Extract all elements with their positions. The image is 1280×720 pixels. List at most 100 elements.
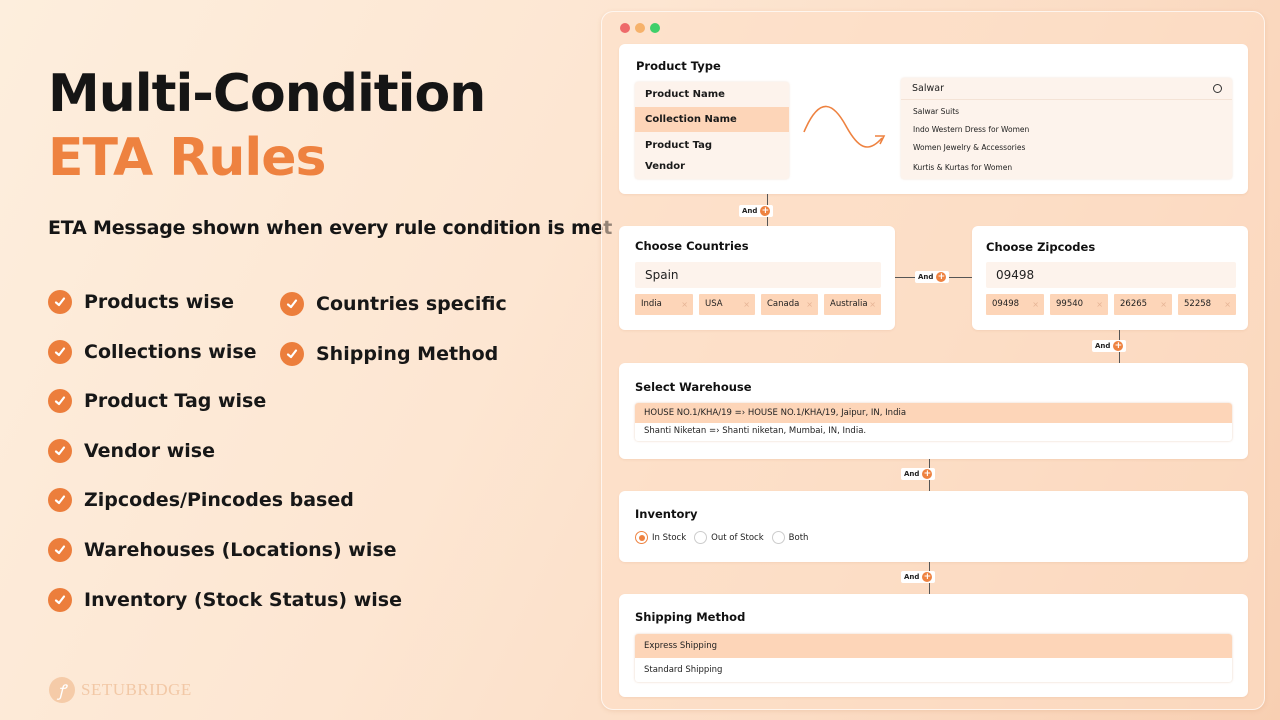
check-circle-icon xyxy=(48,290,72,314)
and-label: And xyxy=(742,207,758,215)
feature-label: Zipcodes/Pincodes based xyxy=(84,489,354,511)
collection-search-box: Salwar Suits Indo Western Dress for Wome… xyxy=(901,78,1232,179)
minimize-dot-icon[interactable] xyxy=(635,23,645,33)
card-title: Select Warehouse xyxy=(635,380,752,394)
check-circle-icon xyxy=(48,439,72,463)
check-circle-icon xyxy=(48,340,72,364)
and-label: And xyxy=(904,470,920,478)
chip-label: 99540 xyxy=(1056,299,1084,309)
zipcode-chip[interactable]: 99540 × xyxy=(1050,294,1108,315)
remove-chip-icon[interactable]: × xyxy=(743,294,750,315)
feature-label: Shipping Method xyxy=(316,343,499,365)
and-connector[interactable]: And + xyxy=(739,205,774,217)
radio-label: Both xyxy=(788,532,809,543)
add-condition-plus-icon[interactable]: + xyxy=(1113,341,1124,351)
and-connector[interactable]: And + xyxy=(901,468,936,480)
chip-label: 26265 xyxy=(1120,299,1148,309)
remove-chip-icon[interactable]: × xyxy=(681,294,688,315)
and-connector[interactable]: And + xyxy=(901,571,936,583)
feature-item: Shipping Method xyxy=(280,342,498,366)
chip-label: Australia xyxy=(830,299,868,309)
remove-chip-icon[interactable]: × xyxy=(869,294,876,315)
setubridge-logo-icon: ꝭ xyxy=(49,677,75,703)
shipping-option[interactable]: Express Shipping xyxy=(635,634,1232,658)
and-label: And xyxy=(918,273,934,281)
feature-label: Product Tag wise xyxy=(84,390,267,412)
shipping-options: Express Shipping Standard Shipping xyxy=(635,634,1232,682)
zipcode-chip[interactable]: 09498 × xyxy=(986,294,1044,315)
suggestion-item[interactable]: Kurtis & Kurtas for Women xyxy=(913,163,1012,172)
inventory-radio-group: In Stock Out of Stock Both xyxy=(635,531,808,544)
remove-chip-icon[interactable]: × xyxy=(1096,294,1103,315)
product-type-option-vendor[interactable]: Vendor xyxy=(635,156,789,178)
suggestion-item[interactable]: Salwar Suits xyxy=(913,107,959,116)
product-type-option-product-tag[interactable]: Product Tag xyxy=(635,135,789,157)
card-title: Choose Countries xyxy=(635,239,749,253)
chip-label: Canada xyxy=(767,299,800,309)
country-chip[interactable]: India × xyxy=(635,294,693,315)
warehouse-option[interactable]: Shanti Niketan =› Shanti niketan, Mumbai… xyxy=(635,423,1232,441)
check-circle-icon xyxy=(48,488,72,512)
feature-item: Product Tag wise xyxy=(48,389,266,413)
app-window: Product Type Product Name Collection Nam… xyxy=(601,11,1265,710)
inventory-card: Inventory In Stock Out of Stock Both xyxy=(619,491,1248,562)
warehouse-option[interactable]: HOUSE NO.1/KHA/19 =› HOUSE NO.1/KHA/19, … xyxy=(635,403,1232,423)
remove-chip-icon[interactable]: × xyxy=(806,294,813,315)
product-type-option-collection-name[interactable]: Collection Name xyxy=(635,107,789,132)
radio-both[interactable]: Both xyxy=(771,531,809,544)
feature-label: Warehouses (Locations) wise xyxy=(84,539,397,561)
maximize-dot-icon[interactable] xyxy=(650,23,660,33)
feature-label: Countries specific xyxy=(316,293,507,315)
brand-name: SETUBRIDGE xyxy=(81,680,192,699)
warehouse-options: HOUSE NO.1/KHA/19 =› HOUSE NO.1/KHA/19, … xyxy=(635,403,1232,441)
suggestion-item[interactable]: Indo Western Dress for Women xyxy=(913,125,1029,134)
feature-label: Products wise xyxy=(84,291,235,313)
hero-title: Multi-Condition ETA Rules xyxy=(48,62,486,190)
close-dot-icon[interactable] xyxy=(620,23,630,33)
zipcode-chip[interactable]: 52258 × xyxy=(1178,294,1236,315)
window-controls xyxy=(620,23,660,33)
search-icon[interactable] xyxy=(1213,84,1222,93)
select-warehouse-card: Select Warehouse HOUSE NO.1/KHA/19 =› HO… xyxy=(619,363,1248,459)
remove-chip-icon[interactable]: × xyxy=(1224,294,1231,315)
and-label: And xyxy=(904,573,920,581)
countries-input[interactable] xyxy=(635,262,881,288)
radio-in-stock[interactable]: In Stock xyxy=(635,531,686,544)
chip-label: 09498 xyxy=(992,299,1020,309)
product-type-card: Product Type Product Name Collection Nam… xyxy=(619,44,1248,194)
zipcodes-input[interactable] xyxy=(986,262,1236,288)
product-type-options: Product Name Collection Name Product Tag… xyxy=(635,82,789,179)
chip-label: 52258 xyxy=(1184,299,1212,309)
suggestion-item[interactable]: Women Jewelry & Accessories xyxy=(913,143,1025,152)
add-condition-plus-icon[interactable]: + xyxy=(760,206,771,216)
check-circle-icon xyxy=(48,389,72,413)
product-type-option-product-name[interactable]: Product Name xyxy=(635,84,789,106)
radio-selected-icon[interactable] xyxy=(635,531,648,544)
chip-label: India xyxy=(641,299,662,309)
card-title: Shipping Method xyxy=(635,610,746,624)
choose-zipcodes-card: Choose Zipcodes 09498 × 99540 × 26265 × 522… xyxy=(972,226,1248,330)
zipcode-chip[interactable]: 26265 × xyxy=(1114,294,1172,315)
country-chip[interactable]: Australia × xyxy=(824,294,881,315)
collection-search-input[interactable] xyxy=(901,78,1232,100)
feature-item: Warehouses (Locations) wise xyxy=(48,538,397,562)
add-condition-plus-icon[interactable]: + xyxy=(922,469,933,479)
remove-chip-icon[interactable]: × xyxy=(1032,294,1039,315)
radio-label: Out of Stock xyxy=(711,532,764,543)
and-label: And xyxy=(1095,342,1111,350)
feature-item: Zipcodes/Pincodes based xyxy=(48,488,354,512)
country-chip[interactable]: USA × xyxy=(699,294,755,315)
and-connector[interactable]: And + xyxy=(915,271,950,283)
radio-out-of-stock[interactable]: Out of Stock xyxy=(694,531,764,544)
radio-unselected-icon[interactable] xyxy=(771,531,785,544)
shipping-option[interactable]: Standard Shipping xyxy=(635,658,1232,682)
and-connector[interactable]: And + xyxy=(1092,340,1127,352)
remove-chip-icon[interactable]: × xyxy=(1160,294,1167,315)
add-condition-plus-icon[interactable]: + xyxy=(936,272,947,282)
radio-unselected-icon[interactable] xyxy=(694,531,708,544)
country-chip[interactable]: Canada × xyxy=(761,294,818,315)
curved-arrow-icon xyxy=(803,105,886,148)
check-circle-icon xyxy=(48,588,72,612)
add-condition-plus-icon[interactable]: + xyxy=(922,572,933,582)
feature-item: Vendor wise xyxy=(48,439,215,463)
